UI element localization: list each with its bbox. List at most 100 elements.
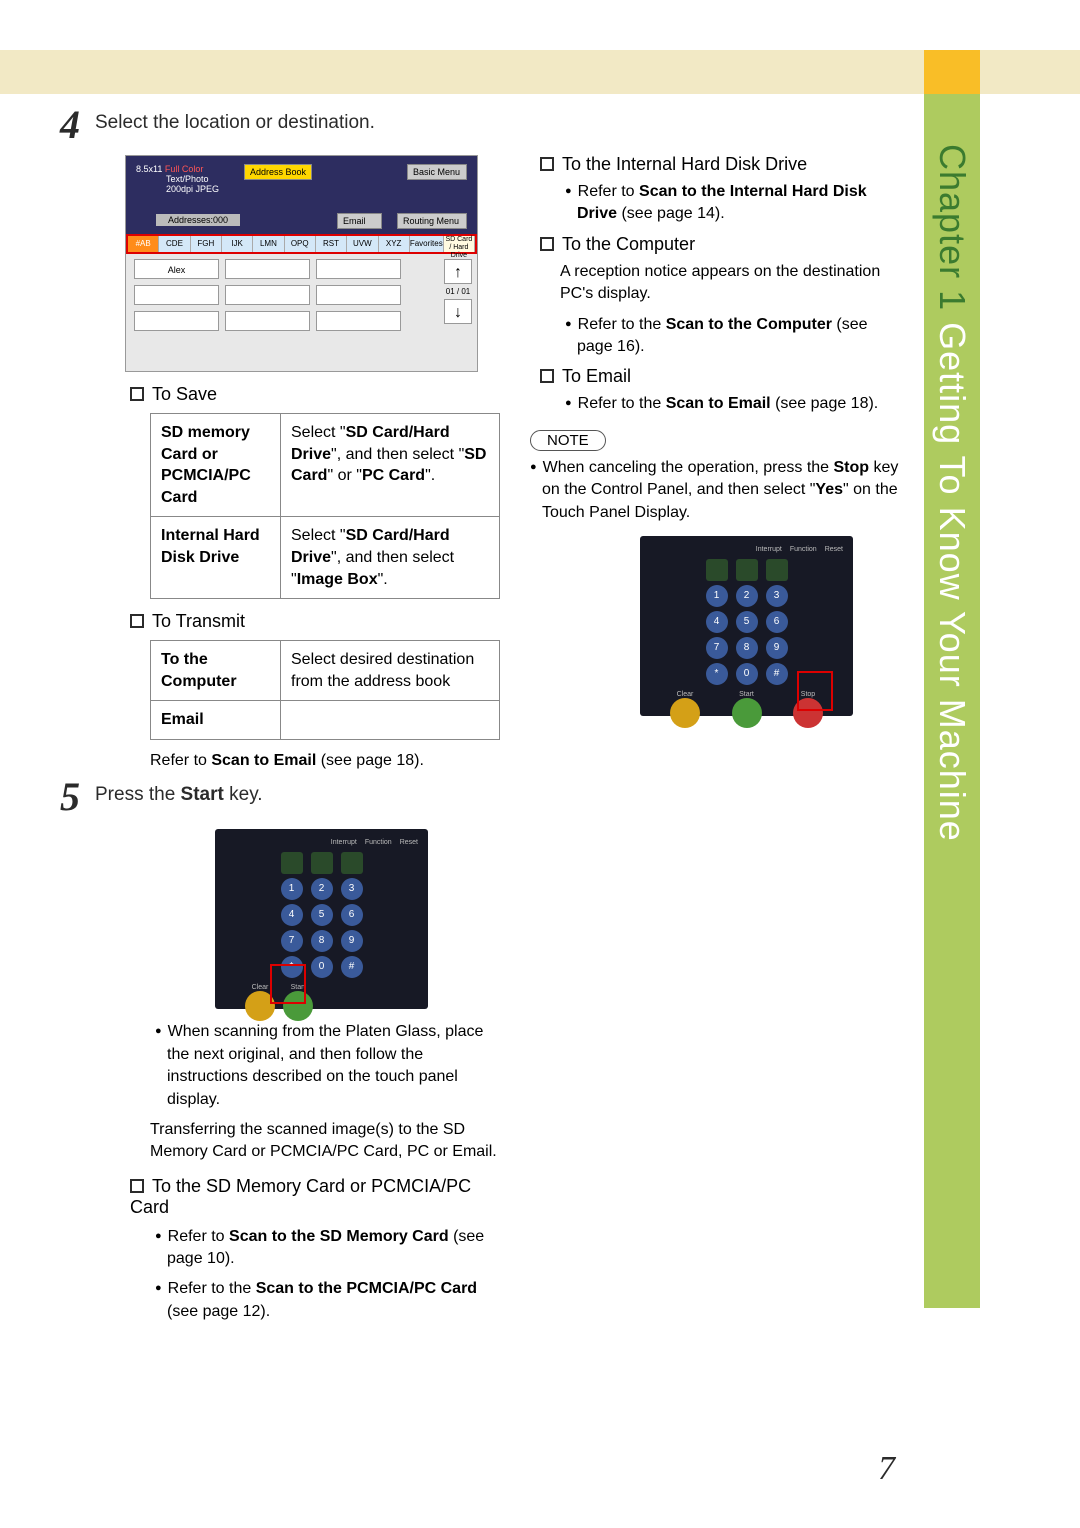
- scroll-down-icon[interactable]: ↓: [444, 299, 472, 324]
- destination-entry[interactable]: [225, 259, 310, 279]
- destination-entry[interactable]: [134, 311, 219, 331]
- transmit-instruction-email: [281, 701, 500, 740]
- keypad-5[interactable]: 5: [311, 904, 333, 926]
- keypad-3[interactable]: 3: [766, 585, 788, 607]
- destination-entry[interactable]: [225, 285, 310, 305]
- table-row: SD memory Card or PCMCIA/PC Card Select …: [151, 414, 500, 517]
- keypad-2[interactable]: 2: [311, 878, 333, 900]
- checkbox-icon: [540, 369, 554, 383]
- keypad-3[interactable]: 3: [341, 878, 363, 900]
- accent-bar: [924, 50, 980, 94]
- save-instruction-hdd: Select "SD Card/Hard Drive", and then se…: [281, 517, 500, 599]
- to-computer-heading: To the Computer: [540, 234, 902, 255]
- tab-rst[interactable]: RST: [316, 236, 347, 252]
- scan-mode: Text/Photo: [166, 174, 209, 184]
- interrupt-label: Interrupt: [756, 546, 782, 553]
- keypad-0[interactable]: 0: [311, 956, 333, 978]
- step-5: 5 Press the Start key.: [60, 782, 500, 817]
- keypad-5[interactable]: 5: [736, 611, 758, 633]
- transmit-option-email: Email: [151, 701, 281, 740]
- keypad-screenshot-start: Interrupt Function Reset 123 456 789 *0#…: [215, 829, 428, 1009]
- function-key[interactable]: [311, 852, 333, 874]
- keypad-8[interactable]: 8: [736, 637, 758, 659]
- destination-entry[interactable]: [316, 259, 401, 279]
- tab-ab[interactable]: #AB: [128, 236, 159, 252]
- interrupt-key[interactable]: [706, 559, 728, 581]
- keypad-4[interactable]: 4: [706, 611, 728, 633]
- checkbox-icon: [540, 237, 554, 251]
- refer-email: Refer to the Scan to Email (see page 18)…: [565, 393, 902, 415]
- tab-lmn[interactable]: LMN: [253, 236, 284, 252]
- keypad-7[interactable]: 7: [281, 930, 303, 952]
- save-instruction-sd: Select "SD Card/Hard Drive", and then se…: [281, 414, 500, 517]
- keypad-8[interactable]: 8: [311, 930, 333, 952]
- scan-resolution: 200dpi JPEG: [166, 184, 219, 194]
- email-button[interactable]: Email: [337, 213, 382, 229]
- touch-panel-screenshot: 8.5x11 Full Color Text/Photo 200dpi JPEG…: [125, 155, 478, 372]
- destination-entry[interactable]: [316, 285, 401, 305]
- keypad-7[interactable]: 7: [706, 637, 728, 659]
- refer-pcmcia: Refer to the Scan to the PCMCIA/PC Card …: [155, 1278, 500, 1323]
- save-option-hdd: Internal Hard Disk Drive: [151, 517, 281, 599]
- save-table: SD memory Card or PCMCIA/PC Card Select …: [150, 413, 500, 599]
- note-text: When canceling the operation, press the …: [530, 457, 902, 524]
- start-label: Start: [732, 691, 762, 698]
- top-bar: [0, 50, 1080, 94]
- table-row: Email: [151, 701, 500, 740]
- address-book-button[interactable]: Address Book: [244, 164, 312, 180]
- keypad-0[interactable]: 0: [736, 663, 758, 685]
- tab-sd-card[interactable]: SD Card / Hard Drive: [444, 236, 475, 252]
- tab-ijk[interactable]: IJK: [222, 236, 253, 252]
- step-5-number: 5: [60, 777, 80, 817]
- scan-size: 8.5x11: [136, 164, 162, 174]
- function-label: Function: [365, 839, 392, 846]
- keypad-star[interactable]: *: [706, 663, 728, 685]
- scan-color: Full Color: [165, 164, 204, 174]
- keypad-9[interactable]: 9: [766, 637, 788, 659]
- keypad-hash[interactable]: #: [341, 956, 363, 978]
- reset-label: Reset: [400, 839, 418, 846]
- keypad-9[interactable]: 9: [341, 930, 363, 952]
- destination-tabs: #AB CDE FGH IJK LMN OPQ RST UVW XYZ Favo…: [126, 234, 477, 254]
- destination-entry[interactable]: [134, 285, 219, 305]
- destination-entry[interactable]: [316, 311, 401, 331]
- reset-key[interactable]: [341, 852, 363, 874]
- keypad-screenshot-stop: Interrupt Function Reset 123 456 789 *0#…: [640, 536, 853, 716]
- interrupt-key[interactable]: [281, 852, 303, 874]
- checkbox-icon: [130, 1179, 144, 1193]
- keypad-1[interactable]: 1: [281, 878, 303, 900]
- clear-label: Clear: [670, 691, 700, 698]
- basic-menu-button[interactable]: Basic Menu: [407, 164, 467, 180]
- scroll-up-icon[interactable]: ↑: [444, 259, 472, 284]
- to-transmit-heading: To Transmit: [130, 611, 500, 632]
- tab-opq[interactable]: OPQ: [285, 236, 316, 252]
- function-key[interactable]: [736, 559, 758, 581]
- refer-computer: Refer to the Scan to the Computer (see p…: [565, 314, 902, 359]
- tab-xyz[interactable]: XYZ: [379, 236, 410, 252]
- checkbox-icon: [540, 157, 554, 171]
- keypad-hash[interactable]: #: [766, 663, 788, 685]
- table-row: Internal Hard Disk Drive Select "SD Card…: [151, 517, 500, 599]
- routing-menu-button[interactable]: Routing Menu: [397, 213, 467, 229]
- keypad-1[interactable]: 1: [706, 585, 728, 607]
- page-number: 7: [878, 1450, 895, 1488]
- clear-key[interactable]: [670, 698, 700, 728]
- addresses-counter: Addresses:000: [156, 214, 240, 226]
- tab-favorites[interactable]: Favorites: [410, 236, 444, 252]
- to-save-heading: To Save: [130, 384, 500, 405]
- tab-cde[interactable]: CDE: [159, 236, 190, 252]
- table-row: To the ComputerSelect desired destinatio…: [151, 641, 500, 701]
- keypad-6[interactable]: 6: [341, 904, 363, 926]
- start-key[interactable]: [732, 698, 762, 728]
- stop-highlight: [797, 671, 833, 711]
- right-column: To the Internal Hard Disk Drive Refer to…: [530, 110, 902, 1331]
- destination-entry[interactable]: [225, 311, 310, 331]
- destination-entry[interactable]: Alex: [134, 259, 219, 279]
- keypad-2[interactable]: 2: [736, 585, 758, 607]
- keypad-6[interactable]: 6: [766, 611, 788, 633]
- keypad-4[interactable]: 4: [281, 904, 303, 926]
- tab-fgh[interactable]: FGH: [191, 236, 222, 252]
- step-4-number: 4: [60, 105, 80, 145]
- reset-key[interactable]: [766, 559, 788, 581]
- tab-uvw[interactable]: UVW: [347, 236, 378, 252]
